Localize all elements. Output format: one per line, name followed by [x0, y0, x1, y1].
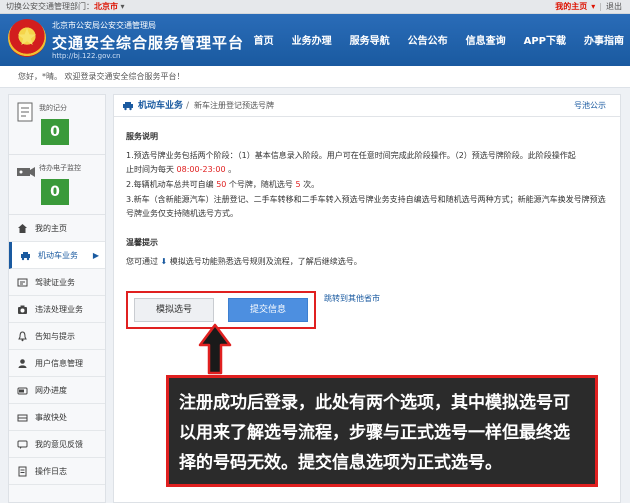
- home-icon: [18, 224, 27, 233]
- annotation-box: 注册成功后登录，此处有两个选项，其中模拟选号可以用来了解选号流程，步骤与正式选号…: [166, 375, 598, 487]
- service-p2-text: 2.每辆机动车总共可自编: [126, 180, 217, 189]
- tips-title: 温馨提示: [126, 238, 158, 247]
- sidebar-item-label: 机动车业务: [38, 251, 78, 260]
- feedback-icon: [17, 440, 28, 449]
- scorecard-icon: [17, 102, 33, 122]
- user-icon: [18, 359, 27, 368]
- score-value: 0: [41, 119, 69, 145]
- nav-info-query[interactable]: 信息查询: [466, 32, 506, 47]
- arrow-up-icon: [198, 323, 232, 375]
- nav-service-guide[interactable]: 服务导航: [350, 32, 390, 47]
- sidebar-item-label: 事故快处: [35, 413, 67, 422]
- sidebar-item-user-info[interactable]: 用户信息管理: [9, 350, 105, 377]
- tips-text-a: 您可通过: [126, 257, 158, 266]
- service-paragraph-2: 2.每辆机动车总共可自编 50 个号牌，随机选号 5 次。: [126, 178, 606, 192]
- chevron-down-icon[interactable]: ▾: [118, 2, 125, 11]
- sidebar-item-log[interactable]: 操作日志: [9, 458, 105, 485]
- page-title: 新车注册登记预选号牌: [194, 101, 274, 110]
- sidebar-item-label: 驾驶证业务: [35, 278, 75, 287]
- sidebar-item-label: 我的意见反馈: [35, 440, 83, 449]
- region-switcher[interactable]: 切换公安交通管理部门：北京市 ▾: [6, 0, 125, 14]
- bell-icon: [18, 331, 27, 342]
- welcome-message: 您好，*晴。 欢迎登录交通安全综合服务平台！: [0, 66, 630, 88]
- chevron-right-icon: ▶: [92, 251, 99, 260]
- monitor-camera-icon: [17, 167, 35, 177]
- car-icon: [123, 102, 133, 111]
- pending-monitor-label: 待办电子监控: [39, 164, 81, 172]
- nav-business[interactable]: 业务办理: [292, 32, 332, 47]
- region-city[interactable]: 北京市: [94, 2, 118, 11]
- sidebar-item-label: 用户信息管理: [35, 359, 83, 368]
- sidebar-item-label: 告知与提示: [35, 332, 75, 341]
- submit-info-button[interactable]: 提交信息: [228, 298, 308, 322]
- license-icon: [17, 278, 28, 287]
- user-links: 我的主页 ▾ | 退出: [555, 0, 622, 14]
- sidebar-item-label: 网办进度: [35, 386, 67, 395]
- service-p1-text: 1.预选号牌业务包括两个阶段：（1）基本信息录入阶段。用户可在任意时间完成此阶段…: [126, 151, 576, 160]
- site-title[interactable]: 交通安全综合服务管理平台: [52, 32, 244, 53]
- sidebar-item-label: 违法处理业务: [35, 305, 83, 314]
- service-p2-end: 次。: [300, 180, 320, 189]
- breadcrumb-section[interactable]: 机动车业务: [138, 95, 183, 117]
- camera-icon: [18, 305, 27, 314]
- tips-text: 您可通过 ⬇ 模拟选号功能熟悉选号规则及流程，了解后继续选号。: [126, 255, 606, 269]
- police-emblem-icon[interactable]: [8, 19, 46, 57]
- sidebar-item-vehicle[interactable]: 机动车业务 ▶: [9, 242, 105, 269]
- home-chevron-icon[interactable]: ▾: [591, 2, 595, 11]
- nav-notices[interactable]: 公告公布: [408, 32, 448, 47]
- log-icon: [18, 466, 27, 477]
- number-pool-link[interactable]: 号池公示: [574, 95, 606, 117]
- pending-monitor-panel[interactable]: 待办电子监控 0: [9, 155, 105, 215]
- simulate-select-button[interactable]: 模拟选号: [134, 298, 214, 322]
- score-label: 我的记分: [39, 104, 67, 112]
- nav-guide[interactable]: 办事指南: [584, 32, 624, 47]
- sidebar-item-progress[interactable]: 网办进度: [9, 377, 105, 404]
- site-url: http://bj.122.gov.cn: [52, 52, 121, 60]
- service-paragraph-3: 3.新车（含新能源汽车）注册登记、二手车转移和二手车转入预选号牌业务支持自编选号…: [126, 195, 606, 218]
- service-content: 服务说明 1.预选号牌业务包括两个阶段：（1）基本信息录入阶段。用户可在任意时间…: [126, 131, 606, 270]
- arrow-down-icon: ⬇: [160, 257, 168, 266]
- sidebar-item-label: 操作日志: [35, 467, 67, 476]
- sidebar-item-home[interactable]: 我的主页: [9, 215, 105, 242]
- service-p1-end: 。: [225, 165, 237, 174]
- sidebar-item-notices[interactable]: 告知与提示: [9, 323, 105, 350]
- tips-text-b: 模拟选号功能熟悉选号规则及流程，了解后继续选号。: [169, 257, 362, 266]
- car-icon: [21, 252, 30, 261]
- divider: |: [599, 2, 602, 11]
- service-p1-time: 08:00-23:00: [176, 165, 226, 174]
- sidebar: 我的记分 0 待办电子监控 0 我的主页 机动车业务 ▶ 驾驶证业务 违法处理业…: [8, 94, 106, 503]
- sidebar-item-violation[interactable]: 违法处理业务: [9, 296, 105, 323]
- service-paragraph-1: 1.预选号牌业务包括两个阶段：（1）基本信息录入阶段。用户可在任意时间完成此阶段…: [126, 149, 606, 177]
- main-nav: 首页 业务办理 服务导航 公告公布 信息查询 APP下载 办事指南: [236, 32, 624, 47]
- service-p1-time-prefix: 止时间为每天: [126, 165, 177, 174]
- service-title: 服务说明: [126, 132, 158, 141]
- breadcrumb: 机动车业务 / 新车注册登记预选号牌 号池公示: [114, 95, 620, 117]
- nav-home[interactable]: 首页: [254, 32, 274, 47]
- progress-icon: [17, 387, 28, 395]
- sidebar-item-accident[interactable]: 事故快处: [9, 404, 105, 431]
- nav-app-download[interactable]: APP下载: [524, 32, 566, 47]
- site-header: 北京市公安局公安交通管理局 交通安全综合服务管理平台 http://bj.122…: [0, 14, 630, 66]
- region-switch-label: 切换公安交通管理部门：: [6, 2, 94, 11]
- sidebar-item-feedback[interactable]: 我的意见反馈: [9, 431, 105, 458]
- breadcrumb-separator: /: [186, 101, 190, 111]
- sidebar-item-license[interactable]: 驾驶证业务: [9, 269, 105, 296]
- header-subtitle: 北京市公安局公安交通管理局: [52, 21, 156, 30]
- my-home-link[interactable]: 我的主页: [555, 2, 587, 11]
- logout-link[interactable]: 退出: [606, 2, 622, 11]
- score-panel[interactable]: 我的记分 0: [9, 95, 105, 155]
- accident-icon: [17, 414, 28, 422]
- top-util-bar: 切换公安交通管理部门：北京市 ▾ 我的主页 ▾ | 退出: [0, 0, 630, 14]
- sidebar-item-label: 我的主页: [35, 224, 67, 233]
- pending-monitor-value: 0: [41, 179, 69, 205]
- service-p2-mid: 个号牌，随机选号: [226, 180, 296, 189]
- plate-count: 50: [216, 180, 227, 189]
- jump-other-province-link[interactable]: 跳转到其他省市: [324, 293, 380, 304]
